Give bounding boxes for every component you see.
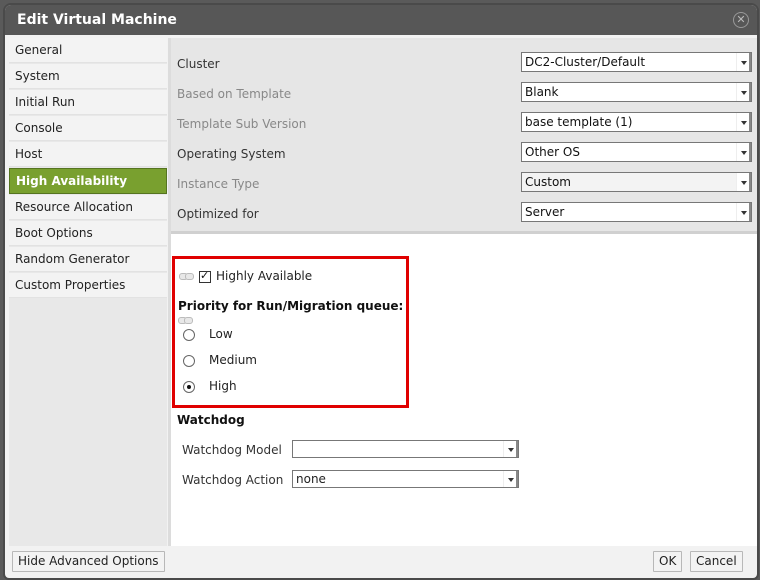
- sidebar-item-resource-allocation[interactable]: Resource Allocation: [9, 195, 167, 220]
- priority-low-label: Low: [209, 327, 233, 341]
- priority-high-label: High: [209, 379, 237, 393]
- watchdog-model-select[interactable]: [292, 440, 519, 458]
- cluster-value: DC2-Cluster/Default: [525, 55, 646, 69]
- field-instance-type: Instance Type Custom: [171, 170, 757, 200]
- link-icon: [179, 273, 194, 280]
- instance-type-value: Custom: [525, 175, 571, 189]
- field-cluster: Cluster DC2-Cluster/Default: [171, 50, 757, 80]
- sidebar-item-console[interactable]: Console: [9, 116, 167, 141]
- sidebar: General System Initial Run Console Host …: [9, 38, 167, 546]
- sidebar-item-general[interactable]: General: [9, 38, 167, 63]
- sidebar-item-boot-options[interactable]: Boot Options: [9, 221, 167, 246]
- edit-vm-dialog: Edit Virtual Machine ✕ General System In…: [3, 3, 759, 580]
- chevron-down-icon: [503, 441, 518, 457]
- chevron-down-icon: [503, 471, 518, 487]
- watchdog-action-label: Watchdog Action: [182, 473, 284, 487]
- highly-available-row: Highly Available: [179, 269, 312, 283]
- sidebar-item-initial-run[interactable]: Initial Run: [9, 90, 167, 115]
- chevron-down-icon: [736, 203, 751, 221]
- main-panel: Cluster DC2-Cluster/Default Based on Tem…: [168, 38, 757, 546]
- dialog-title: Edit Virtual Machine: [17, 12, 177, 28]
- highly-available-label: Highly Available: [216, 269, 313, 283]
- os-select[interactable]: Other OS: [521, 142, 752, 162]
- optimized-for-value: Server: [525, 205, 565, 219]
- priority-option-medium[interactable]: Medium: [183, 353, 257, 367]
- watchdog-action-row: Watchdog Action none: [171, 468, 571, 492]
- priority-label-text: Priority for Run/Migration queue:: [178, 299, 404, 313]
- chevron-down-icon: [736, 113, 751, 131]
- radio-medium[interactable]: [183, 354, 195, 367]
- general-section: Cluster DC2-Cluster/Default Based on Tem…: [171, 38, 757, 234]
- radio-high[interactable]: [183, 380, 195, 393]
- template-select[interactable]: Blank: [521, 82, 752, 102]
- priority-label: Priority for Run/Migration queue:: [178, 299, 406, 327]
- watchdog-action-select[interactable]: none: [292, 470, 519, 488]
- high-availability-highlight: Highly Available Priority for Run/Migrat…: [172, 256, 409, 408]
- priority-option-low[interactable]: Low: [183, 327, 233, 341]
- highly-available-checkbox[interactable]: [199, 269, 211, 283]
- link-icon: [178, 317, 193, 324]
- radio-low[interactable]: [183, 328, 195, 341]
- priority-medium-label: Medium: [209, 353, 257, 367]
- os-value: Other OS: [525, 145, 580, 159]
- template-label: Based on Template: [177, 87, 292, 101]
- instance-type-label: Instance Type: [177, 177, 260, 191]
- field-operating-system: Operating System Other OS: [171, 140, 757, 170]
- template-sub-version-select[interactable]: base template (1): [521, 112, 752, 132]
- watchdog-action-value: none: [296, 472, 326, 486]
- cluster-select[interactable]: DC2-Cluster/Default: [521, 52, 752, 72]
- dialog-titlebar: Edit Virtual Machine ✕: [5, 5, 757, 35]
- field-optimized-for: Optimized for Server: [171, 200, 757, 230]
- watchdog-model-label: Watchdog Model: [182, 443, 282, 457]
- sidebar-item-host[interactable]: Host: [9, 142, 167, 167]
- chevron-down-icon: [736, 53, 751, 71]
- watchdog-title: Watchdog: [177, 413, 245, 427]
- priority-option-high[interactable]: High: [183, 379, 237, 393]
- os-label: Operating System: [177, 147, 286, 161]
- chevron-down-icon: [736, 173, 751, 191]
- sidebar-item-system[interactable]: System: [9, 64, 167, 89]
- chevron-down-icon: [736, 83, 751, 101]
- ok-button[interactable]: OK: [653, 551, 683, 572]
- template-sub-version-value: base template (1): [525, 115, 633, 129]
- optimized-for-select[interactable]: Server: [521, 202, 752, 222]
- sidebar-item-custom-properties[interactable]: Custom Properties: [9, 273, 167, 298]
- hide-advanced-options-button[interactable]: Hide Advanced Options: [12, 551, 165, 572]
- cancel-button[interactable]: Cancel: [690, 551, 743, 572]
- chevron-down-icon: [736, 143, 751, 161]
- template-sub-version-label: Template Sub Version: [177, 117, 307, 131]
- close-icon[interactable]: ✕: [733, 12, 749, 28]
- cluster-label: Cluster: [177, 57, 220, 71]
- watchdog-model-row: Watchdog Model: [171, 438, 571, 462]
- optimized-for-label: Optimized for: [177, 207, 259, 221]
- sidebar-item-high-availability[interactable]: High Availability: [9, 168, 167, 194]
- field-based-on-template: Based on Template Blank: [171, 80, 757, 110]
- field-template-sub-version: Template Sub Version base template (1): [171, 110, 757, 140]
- instance-type-select[interactable]: Custom: [521, 172, 752, 192]
- sidebar-item-random-generator[interactable]: Random Generator: [9, 247, 167, 272]
- template-value: Blank: [525, 85, 559, 99]
